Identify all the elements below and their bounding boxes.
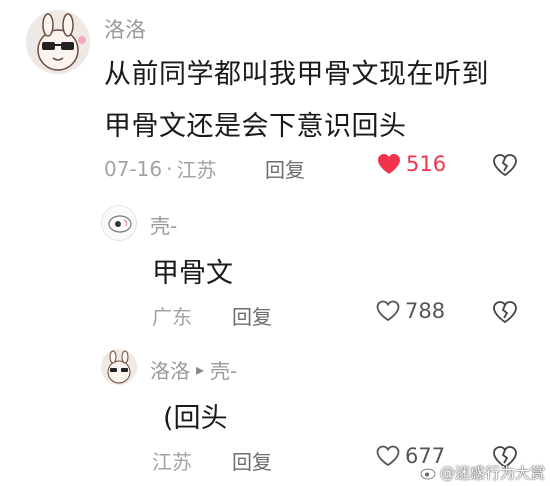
like-count: 516 bbox=[406, 152, 447, 176]
broken-heart-icon bbox=[493, 154, 517, 177]
heart-outline-icon bbox=[376, 300, 400, 322]
meta-separator: · bbox=[166, 156, 173, 181]
reply-text: (回头 bbox=[163, 403, 228, 434]
reply-avatar[interactable] bbox=[101, 205, 137, 241]
comment-username[interactable]: 洛洛 bbox=[104, 14, 146, 44]
watermark-text: @迷惑行为大赏 bbox=[440, 464, 546, 482]
reply-username[interactable]: 壳- bbox=[150, 210, 177, 239]
watermark: @迷惑行为大赏 bbox=[420, 462, 545, 483]
reply-meta: 广东 bbox=[152, 301, 192, 330]
reply-header: 洛洛 ▸ 壳- bbox=[150, 355, 237, 384]
reply-avatar[interactable] bbox=[101, 349, 137, 385]
reply-to-username[interactable]: 壳- bbox=[210, 355, 237, 384]
reply-location: 江苏 bbox=[152, 450, 192, 474]
reply-button[interactable]: 回复 bbox=[265, 154, 305, 183]
reply-text: 甲骨文 bbox=[152, 258, 233, 289]
avatar-image bbox=[26, 10, 90, 74]
reply-username[interactable]: 洛洛 bbox=[150, 355, 190, 384]
comment-text-line-1: 从前同学都叫我甲骨文现在听到 bbox=[104, 59, 489, 90]
reply-meta: 江苏 bbox=[152, 446, 192, 475]
dislike-button[interactable] bbox=[492, 300, 518, 328]
broken-heart-icon bbox=[493, 301, 517, 324]
reply-button[interactable]: 回复 bbox=[232, 301, 272, 330]
comment-meta: 07-16 · 江苏 bbox=[104, 154, 216, 183]
like-count: 788 bbox=[405, 299, 446, 323]
comment-date: 07-16 bbox=[104, 156, 163, 181]
weibo-icon bbox=[420, 466, 437, 480]
like-button[interactable]: 788 bbox=[375, 299, 445, 323]
reply-button[interactable]: 回复 bbox=[232, 446, 272, 475]
heart-outline-icon bbox=[376, 445, 400, 467]
comment-text-line-2: 甲骨文还是会下意识回头 bbox=[104, 111, 407, 142]
reply-to-arrow-icon: ▸ bbox=[196, 360, 205, 379]
avatar-image bbox=[101, 349, 137, 385]
heart-filled-icon bbox=[378, 154, 400, 174]
avatar-image bbox=[108, 215, 132, 233]
avatar[interactable] bbox=[26, 10, 90, 74]
reply-location: 广东 bbox=[152, 305, 192, 329]
dislike-button[interactable] bbox=[492, 153, 518, 181]
like-button[interactable]: 516 bbox=[376, 152, 446, 176]
comment-location: 江苏 bbox=[176, 158, 217, 182]
